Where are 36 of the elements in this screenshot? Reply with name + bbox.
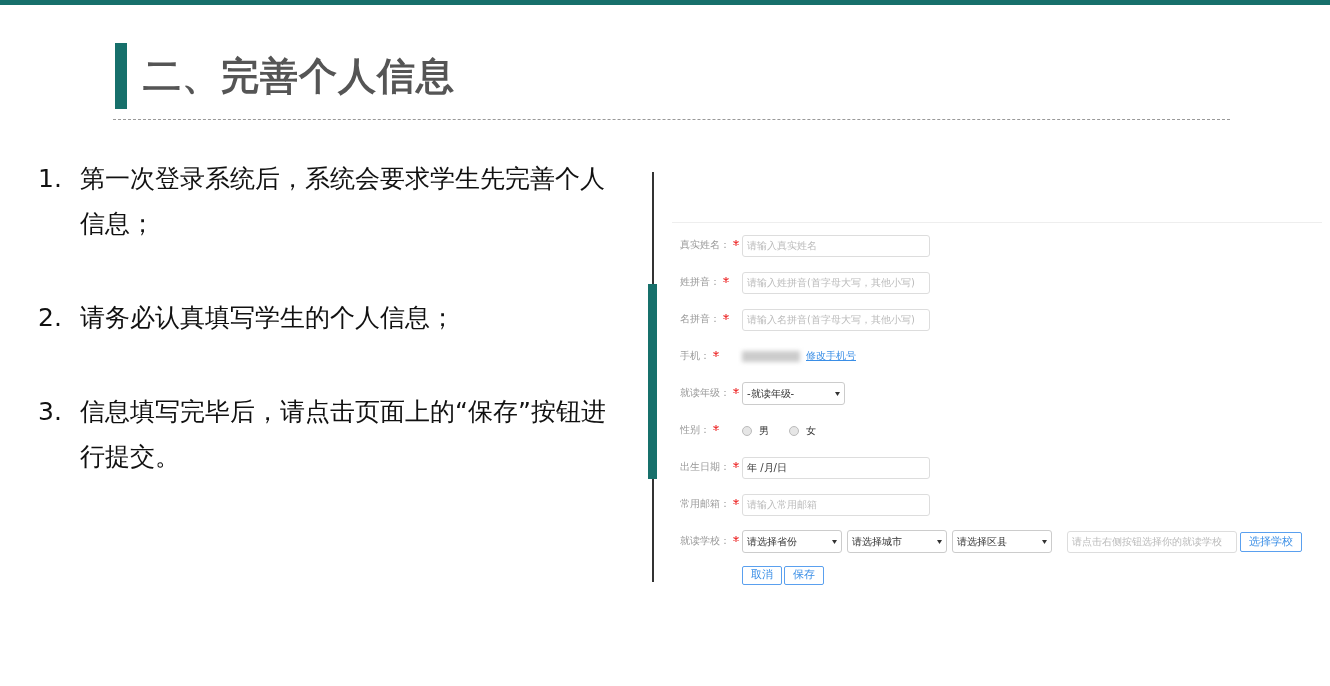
caret-icon [832,539,837,544]
field-label: 出生日期： [680,461,730,474]
step-number: 2. [38,302,63,334]
text-field[interactable]: 请输入真实姓名 [742,234,930,257]
step-number: 3. [38,396,63,428]
caret-icon [937,539,942,544]
radio-label: 男 [759,423,769,438]
dropdown[interactable]: 请选择区县 [952,530,1052,553]
step-number: 1. [38,163,63,195]
form-button[interactable]: 取消 [742,565,782,585]
caret-icon [835,391,840,396]
form-button[interactable]: 保存 [784,565,824,585]
blurred-phone-number [742,351,800,362]
radio-button[interactable] [742,425,752,436]
field-label: 常用邮箱： [680,498,730,511]
field-label: 就读年级： [680,387,730,400]
dropdown[interactable]: -就读年级- [742,382,845,405]
select-school-button[interactable]: 选择学校 [1240,531,1302,552]
step-text: 信息填写完毕后，请点击页面上的“保存”按钮进行提交。 [80,396,607,473]
date-field[interactable]: 年 /月/日 [742,456,930,479]
step-text: 请务必认真填写学生的个人信息； [80,302,456,334]
field-label: 姓拼音： [680,276,720,289]
slide-title: 二、完善个人信息 [143,52,455,100]
step-text: 第一次登录系统后，系统会要求学生先完善个人信息； [80,163,606,240]
field-label: 就读学校： [680,535,730,548]
change-phone-link[interactable]: 修改手机号 [806,350,856,363]
dropdown[interactable]: 请选择省份 [742,530,842,553]
field-label: 手机： [680,350,710,363]
field-label: 性别： [680,424,710,437]
radio-label: 女 [806,423,816,438]
field-label: 名拼音： [680,313,720,326]
field-label: 真实姓名： [680,239,730,252]
dropdown[interactable]: 请选择城市 [847,530,947,553]
caret-icon [1042,539,1047,544]
radio-button[interactable] [789,425,799,436]
title-accent-bar [115,43,127,109]
